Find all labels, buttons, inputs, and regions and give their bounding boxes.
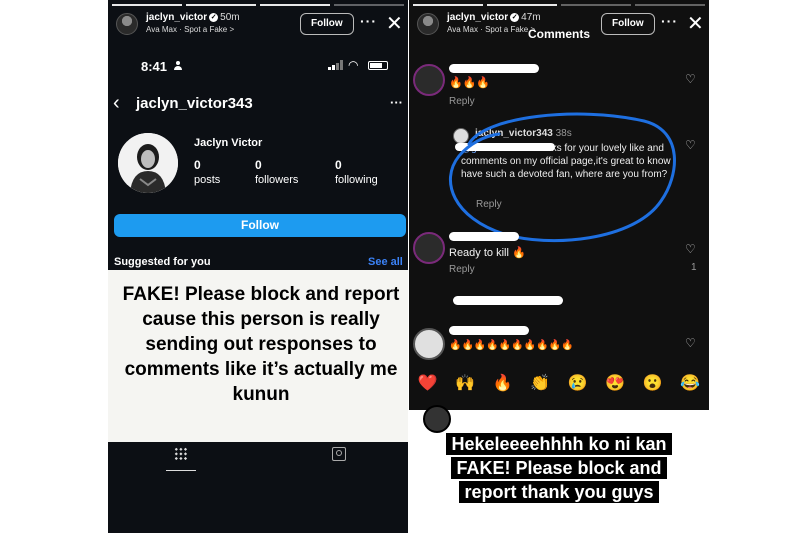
story-progress-segment	[413, 4, 483, 6]
emoji-clap-button[interactable]: 👏	[530, 373, 550, 393]
grid-icon[interactable]	[174, 447, 188, 461]
back-icon[interactable]: ‹	[113, 92, 120, 115]
story-music[interactable]: Ava Max · Spot a Fake >	[447, 25, 535, 34]
emoji-laugh-button[interactable]: 😂	[680, 373, 700, 393]
right-story-panel: jaclyn_victor ✓ 47m Ava Max · Spot a Fake …	[409, 0, 709, 533]
emoji-reaction-bar: ❤️ 🙌 🔥 👏 😢 😍 😮 😂	[409, 366, 709, 400]
story-avatar[interactable]	[116, 13, 138, 35]
more-icon[interactable]: ···	[390, 95, 403, 110]
story-username[interactable]: jaclyn_victor ✓ 47m	[447, 12, 541, 23]
story-progress-segment	[334, 4, 404, 6]
story-progress-segment	[635, 4, 705, 6]
comments-title: Comments	[528, 27, 591, 41]
story-progress-segment	[561, 4, 631, 6]
commenter-avatar[interactable]	[413, 232, 445, 264]
emoji-fire-button[interactable]: 🔥	[493, 373, 513, 393]
emoji-surprised-button[interactable]: 😮	[643, 373, 663, 393]
heart-icon[interactable]: ♡	[685, 336, 696, 350]
tagged-icon[interactable]	[332, 447, 346, 461]
more-icon[interactable]: ···	[360, 13, 377, 29]
redacted-username	[449, 64, 539, 73]
see-all-link[interactable]: See all	[368, 256, 403, 268]
profile-avatar[interactable]	[118, 133, 178, 193]
status-time: 8:41	[141, 59, 168, 74]
comment-text: Ready to kill 🔥	[449, 247, 526, 259]
close-icon[interactable]: ✕	[386, 11, 403, 36]
posts-stat[interactable]: 0 posts	[194, 158, 220, 186]
story-avatar[interactable]	[417, 13, 439, 35]
heart-icon[interactable]: ♡	[685, 72, 696, 86]
followers-stat[interactable]: 0 followers	[255, 158, 298, 186]
story-progress-segment	[260, 4, 330, 6]
redacted-username	[449, 232, 519, 241]
commenter-avatar[interactable]	[413, 328, 445, 360]
story-progress-segment	[112, 4, 182, 6]
redacted-username	[449, 326, 529, 335]
heart-icon[interactable]: ♡	[685, 138, 696, 152]
emoji-heart-eyes-button[interactable]: 😍	[605, 373, 625, 393]
verified-icon: ✓	[510, 13, 520, 22]
comment-text: 🔥🔥🔥	[449, 77, 491, 89]
heart-icon[interactable]: ♡	[685, 242, 696, 256]
like-count: 1	[691, 262, 697, 273]
story-time: 50m	[220, 12, 240, 23]
story-music[interactable]: Ava Max · Spot a Fake >	[146, 25, 234, 34]
battery-icon	[368, 61, 388, 70]
profile-name: Jaclyn Victor	[194, 137, 263, 149]
emoji-heart-button[interactable]: ❤️	[418, 373, 438, 393]
highlight-circle	[449, 112, 676, 243]
story-follow-button[interactable]: Follow	[601, 13, 655, 35]
story-progress-segment	[186, 4, 256, 6]
input-avatar	[423, 405, 451, 433]
signal-icon	[328, 60, 344, 70]
reply-button[interactable]: Reply	[449, 264, 475, 275]
redacted-comment	[453, 296, 563, 305]
story-header: jaclyn_victor ✓ 50m Ava Max · Spot a Fake …	[108, 10, 408, 40]
commenter-avatar[interactable]	[413, 64, 445, 96]
comment-text: 🔥🔥🔥🔥🔥🔥🔥🔥🔥🔥	[449, 340, 574, 351]
close-icon[interactable]: ✕	[687, 11, 704, 36]
story-follow-button[interactable]: Follow	[300, 13, 354, 35]
suggested-title: Suggested for you	[114, 256, 211, 268]
more-icon[interactable]: ···	[661, 13, 678, 29]
story-progress-segment	[487, 4, 557, 6]
profile-follow-button[interactable]: Follow	[114, 214, 406, 237]
caption-overlay-text: Hekeleeeehhhh ko ni kan FAKE! Please blo…	[423, 432, 695, 504]
emoji-raised-hands-button[interactable]: 🙌	[455, 373, 475, 393]
story-time: 47m	[521, 12, 541, 23]
verified-icon: ✓	[209, 13, 219, 22]
person-icon	[174, 61, 182, 70]
tab-underline	[166, 470, 196, 471]
emoji-cry-button[interactable]: 😢	[568, 373, 588, 393]
caption-overlay-text: FAKE! Please block and report cause this…	[122, 284, 400, 405]
story-username[interactable]: jaclyn_victor ✓ 50m	[146, 12, 240, 23]
profile-username: jaclyn_victor343	[136, 95, 253, 112]
wifi-icon: ◠	[348, 58, 359, 72]
following-stat[interactable]: 0 following	[335, 158, 378, 186]
left-story-panel: jaclyn_victor ✓ 50m Ava Max · Spot a Fake …	[108, 0, 408, 533]
